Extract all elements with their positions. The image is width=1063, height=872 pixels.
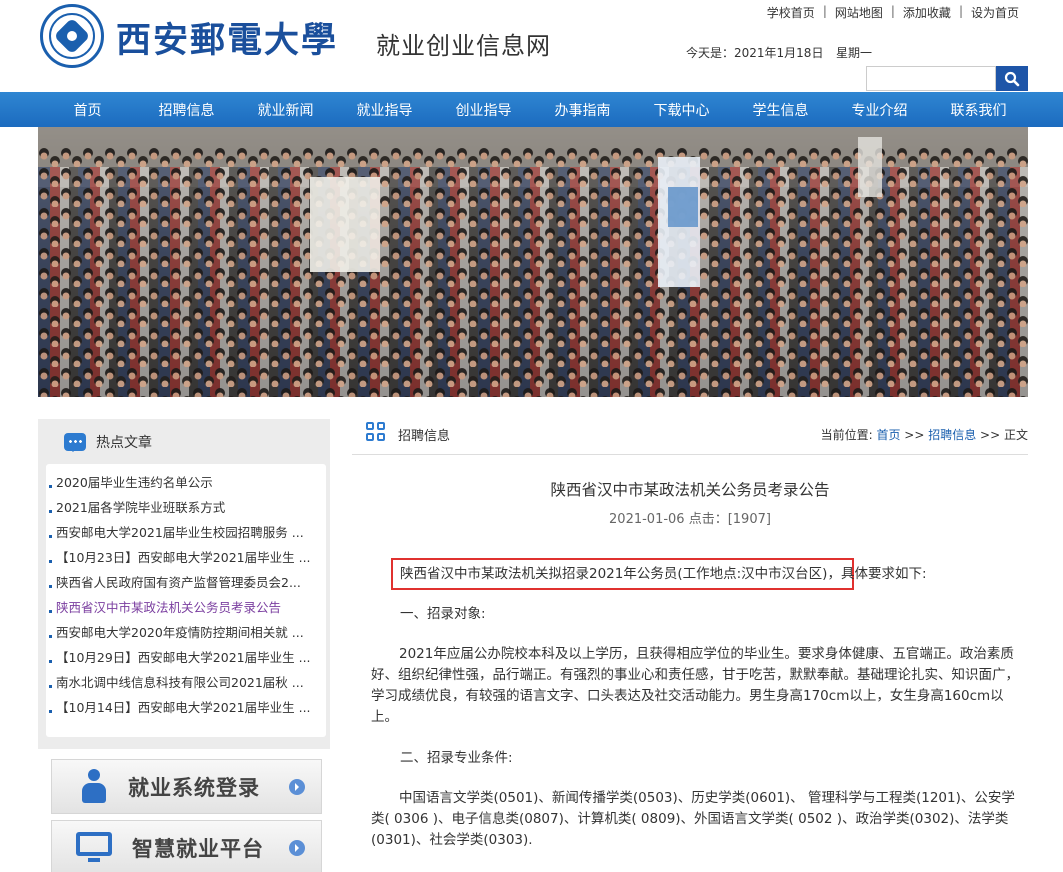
nav-employment-guide[interactable]: 就业指导 xyxy=(335,92,434,127)
article-heading-1: 一、招录对象: xyxy=(400,606,486,622)
nav-service-guide[interactable]: 办事指南 xyxy=(533,92,632,127)
list-item[interactable]: 【10月29日】西安邮电大学2021届毕业生 ... xyxy=(46,645,326,670)
content-header: 招聘信息 当前位置: 首页 >> 招聘信息 >> 正文 xyxy=(352,419,1028,455)
top-link-sitemap[interactable]: 网站地图 xyxy=(827,4,891,21)
article-lead-tail: ，具体要求如下: xyxy=(827,566,927,582)
list-item[interactable]: 西安邮电大学2021届毕业生校园招聘服务 ... xyxy=(46,520,326,545)
hot-articles-list: 2020届毕业生违约名单公示 2021届各学院毕业班联系方式 西安邮电大学202… xyxy=(46,464,326,737)
article-lead-highlight: 陕西省汉中市某政法机关拟招录2021年公务员(工作地点:汉中市汉台区) xyxy=(400,566,828,582)
logo-emblem xyxy=(53,17,91,55)
arrow-right-icon xyxy=(289,779,305,795)
breadcrumb-separator: >> xyxy=(900,428,929,442)
nav-student-info[interactable]: 学生信息 xyxy=(731,92,830,127)
arrow-right-icon xyxy=(289,840,305,856)
search-button[interactable] xyxy=(996,66,1028,91)
top-link-school-home[interactable]: 学校首页 xyxy=(759,4,823,21)
top-links: 学校首页 | 网站地图 | 添加收藏 | 设为首页 xyxy=(759,4,1027,21)
hot-articles-header: 热点文章 xyxy=(38,419,330,464)
article-paragraph-2: 中国语言文学类(0501)、新闻传播学类(0503)、历史学类(0601)、 管… xyxy=(371,790,1015,848)
nav-startup-guide[interactable]: 创业指导 xyxy=(434,92,533,127)
weekday: 星期一 xyxy=(836,46,873,60)
list-item-visited[interactable]: 陕西省汉中市某政法机关公务员考录公告 xyxy=(46,595,326,620)
list-item[interactable]: 陕西省人民政府国有资产监督管理委员会2... xyxy=(46,570,326,595)
top-link-set-homepage[interactable]: 设为首页 xyxy=(963,4,1027,21)
article-lead: 陕西省汉中市某政法机关拟招录2021年公务员(工作地点:汉中市汉台区)，具体要求… xyxy=(400,564,1020,585)
article-heading-2: 二、招录专业条件: xyxy=(400,750,513,766)
nav-home[interactable]: 首页 xyxy=(38,92,137,127)
list-item[interactable]: 2020届毕业生违约名单公示 xyxy=(46,470,326,495)
breadcrumb-home[interactable]: 首页 xyxy=(876,428,900,442)
nav-contact[interactable]: 联系我们 xyxy=(929,92,1028,127)
crowd-photo xyxy=(38,127,1028,397)
list-item[interactable]: 西安邮电大学2020年疫情防控期间相关就 ... xyxy=(46,620,326,645)
nav-downloads[interactable]: 下载中心 xyxy=(632,92,731,127)
nav-recruitment[interactable]: 招聘信息 xyxy=(137,92,236,127)
breadcrumb-separator: >> xyxy=(976,428,1004,442)
platform-label: 智慧就业平台 xyxy=(132,836,264,861)
breadcrumb-prefix: 当前位置: xyxy=(820,428,873,442)
user-icon xyxy=(80,768,108,805)
breadcrumb: 当前位置: 首页 >> 招聘信息 >> 正文 xyxy=(821,426,1028,443)
site-name: 就业创业信息网 xyxy=(376,32,551,60)
university-logo[interactable] xyxy=(40,4,104,68)
monitor-icon xyxy=(76,831,112,864)
top-link-bookmark[interactable]: 添加收藏 xyxy=(895,4,959,21)
hot-articles-panel: 热点文章 2020届毕业生违约名单公示 2021届各学院毕业班联系方式 西安邮电… xyxy=(38,419,330,749)
section-title: 招聘信息 xyxy=(398,429,451,444)
grid-icon xyxy=(366,422,386,442)
article-meta: 2021-01-06 点击：[1907] xyxy=(609,512,771,527)
logo-inner-ring xyxy=(49,13,95,59)
breadcrumb-current: 正文 xyxy=(1003,428,1028,442)
today-date: 今天是：2021年1月18日 xyxy=(686,46,824,60)
smart-employment-platform-button[interactable]: 智慧就业平台 xyxy=(51,820,322,872)
list-item[interactable]: 南水北调中线信息科技有限公司2021届秋 ... xyxy=(46,670,326,695)
search-input[interactable] xyxy=(866,66,996,91)
list-item[interactable]: 2021届各学院毕业班联系方式 xyxy=(46,495,326,520)
login-label: 就业系统登录 xyxy=(128,775,260,800)
hot-articles-title: 热点文章 xyxy=(96,434,152,451)
search-icon xyxy=(1004,71,1020,86)
article-paragraph-1: 2021年应届公办院校本科及以上学历，且获得相应学位的毕业生。要求身体健康、五官… xyxy=(371,646,1019,725)
article-title: 陕西省汉中市某政法机关公务员考录公告 xyxy=(550,481,830,499)
school-name: 西安郵電大學 xyxy=(116,20,339,61)
chat-bubble-icon xyxy=(64,432,86,452)
breadcrumb-section[interactable]: 招聘信息 xyxy=(928,428,976,442)
employment-system-login-button[interactable]: 就业系统登录 xyxy=(51,759,322,814)
nav-employment-news[interactable]: 就业新闻 xyxy=(236,92,335,127)
site-header: 西安郵電大學 就业创业信息网 学校首页 | 网站地图 | 添加收藏 | 设为首页 今天… xyxy=(0,0,1063,92)
list-item[interactable]: 【10月14日】西安邮电大学2021届毕业生 ... xyxy=(46,695,326,720)
list-item[interactable]: 【10月23日】西安邮电大学2021届毕业生 ... xyxy=(46,545,326,570)
job-fair-banner-image xyxy=(38,127,1028,397)
main-nav: 首页 招聘信息 就业新闻 就业指导 创业指导 办事指南 下载中心 学生信息 专业… xyxy=(0,92,1063,127)
nav-majors[interactable]: 专业介绍 xyxy=(830,92,929,127)
